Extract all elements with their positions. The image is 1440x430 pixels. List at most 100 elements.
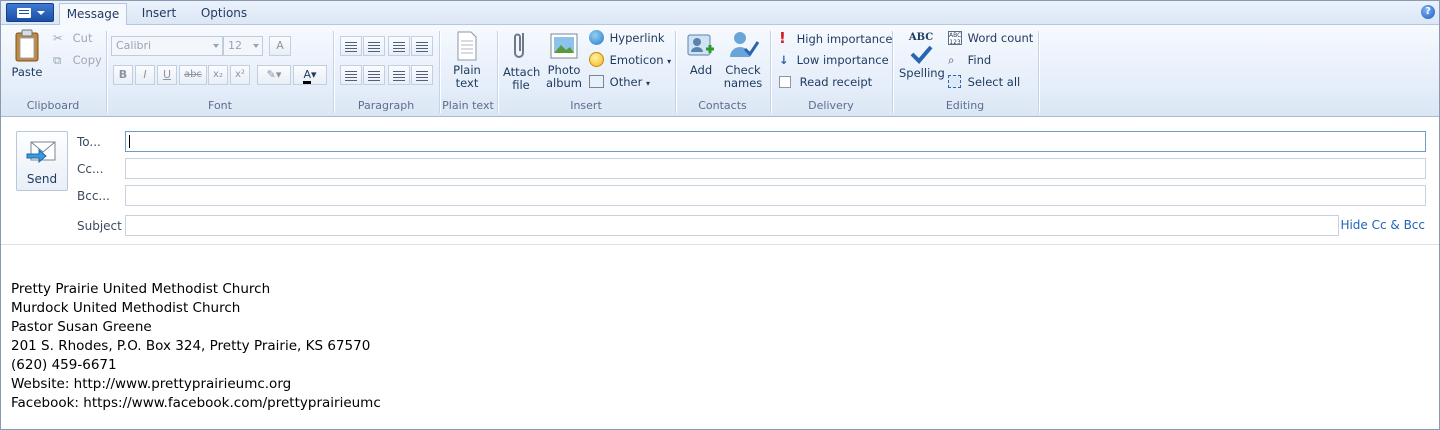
bcc-field[interactable] [125,185,1426,206]
scissors-icon: ✂ [53,31,63,45]
superscript-icon: x² [235,69,245,80]
signature-line: (620) 459-6671 [11,357,117,373]
font-family-combo[interactable]: Calibri [111,36,223,56]
check-names-icon [730,32,760,57]
read-receipt-checkbox[interactable]: Read receipt [779,73,872,91]
photo-album-button[interactable]: Photo album [545,31,583,90]
plain-text-label-2: text [455,76,479,90]
tab-options[interactable]: Options [191,3,257,25]
paste-label: Paste [11,65,43,79]
ribbon: Paste ✂ Cut ⧉ Copy Clipboard Calibri 12 … [1,25,1439,117]
signature-line: Facebook: https://www.facebook.com/prett… [11,395,381,411]
align-right-button[interactable] [388,65,410,85]
emoticon-button[interactable]: Emoticon ▾ [589,51,671,69]
spelling-button[interactable]: ABC Spelling [899,31,945,80]
bold-icon: B [118,68,128,81]
numbered-list-button[interactable] [340,36,362,56]
font-dialog-button[interactable]: A [269,36,291,56]
low-importance-label: Low importance [796,53,889,67]
font-family-value: Calibri [116,39,152,52]
select-all-button[interactable]: Select all [948,73,1020,91]
align-right-icon [393,71,405,72]
subscript-icon: x₂ [213,69,223,80]
tab-insert[interactable]: Insert [131,3,187,25]
cut-label: Cut [72,31,93,45]
increase-indent-button[interactable] [411,36,433,56]
to-field[interactable] [125,131,1426,152]
cut-button[interactable]: ✂ Cut [53,29,92,47]
copy-button[interactable]: ⧉ Copy [53,51,102,69]
italic-icon: I [143,68,147,81]
numbered-list-icon [345,42,357,43]
other-insert-icon [589,75,604,88]
message-body[interactable]: Pretty Prairie United Methodist Church M… [11,280,381,413]
group-label-font: Font [208,99,232,112]
text-cursor [129,135,130,148]
other-button[interactable]: Other ▾ [589,73,650,91]
chevron-down-icon [253,44,259,48]
word-count-label: Word count [967,31,1034,45]
superscript-button[interactable]: x² [230,65,250,85]
check-names-button[interactable]: Check names [723,29,763,90]
bullet-list-button[interactable] [363,36,385,56]
font-color-button[interactable]: A▾ [293,65,327,85]
decrease-indent-icon [393,42,405,43]
group-label-contacts: Contacts [698,99,747,112]
word-count-button[interactable]: ABC 123 Word count [948,29,1033,47]
read-receipt-label: Read receipt [799,75,873,89]
subject-field[interactable] [125,215,1339,236]
add-contact-button[interactable]: Add [683,31,719,77]
help-icon[interactable]: ? [1421,5,1435,19]
plain-text-button[interactable]: Plain text [447,31,487,90]
photo-album-icon [550,33,578,59]
find-label: Find [967,53,992,67]
photo-album-label-2: album [545,76,583,90]
to-label[interactable]: To... [77,135,101,149]
application-menu-button[interactable] [6,3,54,22]
attach-file-button[interactable]: Attach file [503,29,540,92]
message-header: Send To... Cc... Bcc... Subject Hide Cc … [1,118,1439,245]
bcc-label[interactable]: Bcc... [77,189,110,203]
highlight-button[interactable]: ✎▾ [257,65,291,85]
italic-button[interactable]: I [135,65,155,85]
strikethrough-button[interactable]: abc [179,65,207,85]
decrease-indent-button[interactable] [388,36,410,56]
hyperlink-button[interactable]: Hyperlink [589,29,665,47]
group-label-plain-text: Plain text [442,99,494,112]
hide-cc-bcc-link[interactable]: Hide Cc & Bcc [1340,218,1425,232]
hyperlink-label: Hyperlink [609,31,665,45]
group-label-delivery: Delivery [808,99,854,112]
align-center-button[interactable] [363,65,385,85]
tab-message[interactable]: Message [59,3,127,26]
send-icon [26,141,56,164]
cc-field[interactable] [125,158,1426,179]
subscript-button[interactable]: x₂ [208,65,228,85]
add-label: Add [689,63,713,77]
font-size-combo[interactable]: 12 [223,36,263,56]
copy-icon: ⧉ [53,53,62,67]
select-all-label: Select all [967,75,1021,89]
ribbon-separator [1038,31,1039,113]
exclamation-icon: ! [779,29,786,47]
chevron-down-icon: ▾ [645,79,650,88]
high-importance-button[interactable]: ! High importance [779,29,892,47]
group-label-clipboard: Clipboard [26,99,80,112]
spelling-label: Spelling [899,66,945,80]
align-left-button[interactable] [340,65,362,85]
menu-icon [17,8,31,18]
select-all-icon [948,75,961,88]
find-button[interactable]: ⌕ Find [948,51,991,69]
bold-button[interactable]: B [113,65,133,85]
strikethrough-icon: abc [184,69,202,80]
send-button[interactable]: Send [16,131,68,191]
paste-button[interactable]: Paste [9,29,45,79]
low-importance-button[interactable]: ↓ Low importance [779,51,889,69]
align-center-icon [368,71,380,72]
underline-icon: U [162,68,172,81]
checkmark-icon [910,45,933,64]
group-label-paragraph: Paragraph [357,99,415,112]
underline-button[interactable]: U [157,65,177,85]
high-importance-label: High importance [796,32,893,46]
justify-button[interactable] [411,65,433,85]
cc-label[interactable]: Cc... [77,162,103,176]
